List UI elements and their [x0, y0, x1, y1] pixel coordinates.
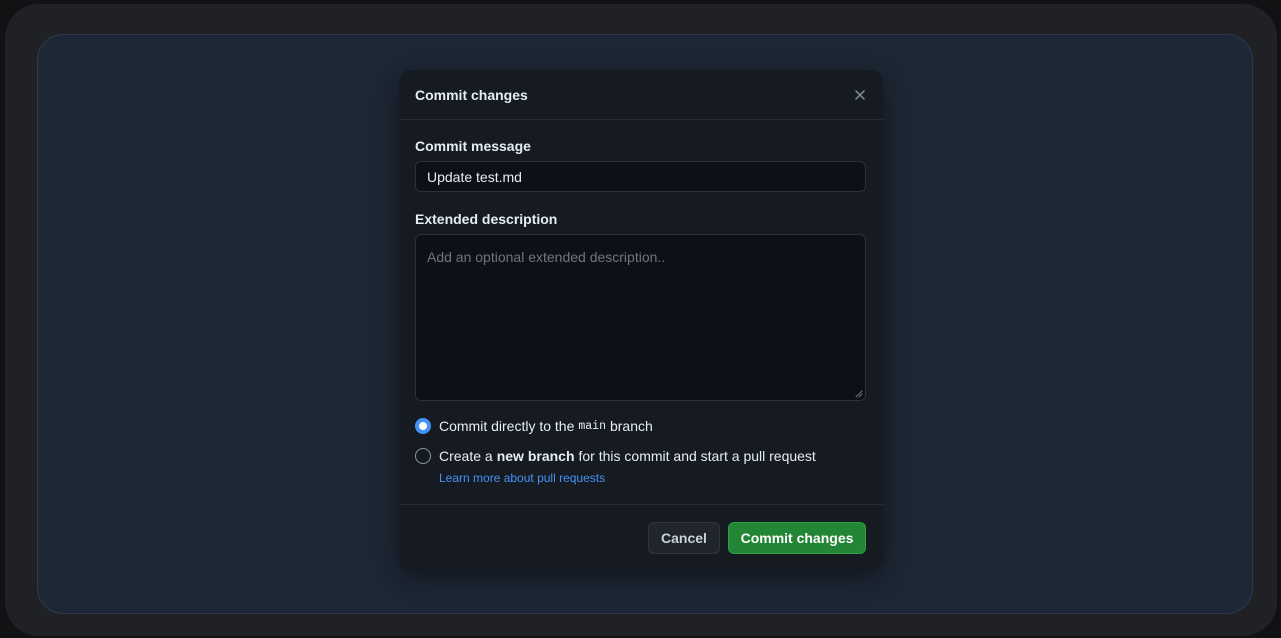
- dialog-title: Commit changes: [415, 87, 528, 103]
- new-branch-suffix: for this commit and start a pull request: [578, 448, 816, 464]
- dialog-footer: Cancel Commit changes: [399, 504, 883, 570]
- commit-changes-dialog: Commit changes Commit message Extended d…: [399, 70, 883, 570]
- extended-description-label: Extended description: [415, 211, 558, 227]
- dialog-header: Commit changes: [399, 70, 883, 120]
- resize-handle-icon[interactable]: [854, 389, 863, 398]
- commit-directly-option[interactable]: Commit directly to the main branch: [415, 418, 653, 434]
- commit-message-label: Commit message: [415, 138, 531, 154]
- cancel-button[interactable]: Cancel: [648, 522, 720, 554]
- new-branch-option[interactable]: Create a new branch for this commit and …: [415, 448, 816, 464]
- radio-unselected-icon[interactable]: [415, 448, 431, 464]
- close-icon: [855, 90, 865, 100]
- new-branch-emphasis: new branch: [496, 448, 575, 464]
- branch-name: main: [578, 419, 606, 433]
- learn-more-link[interactable]: Learn more about pull requests: [439, 471, 605, 485]
- extended-description-textarea[interactable]: [415, 234, 866, 401]
- close-button[interactable]: [847, 82, 873, 108]
- commit-message-input[interactable]: [415, 161, 866, 192]
- radio-selected-icon[interactable]: [415, 418, 431, 434]
- commit-changes-button[interactable]: Commit changes: [728, 522, 866, 554]
- commit-directly-suffix: branch: [609, 418, 653, 434]
- new-branch-prefix: Create a: [439, 448, 493, 464]
- commit-directly-prefix: Commit directly to the: [439, 418, 575, 434]
